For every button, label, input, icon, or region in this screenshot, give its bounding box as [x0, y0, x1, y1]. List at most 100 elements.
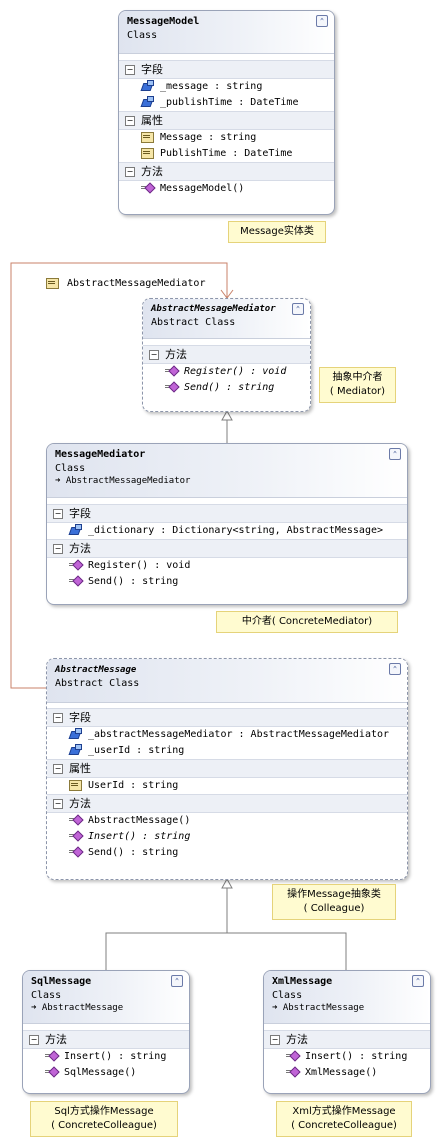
class-header: MessageModel Class ⌃: [119, 11, 334, 54]
base-class: ➜ AbstractMessage: [31, 1003, 124, 1013]
method-item[interactable]: Insert() : string: [264, 1049, 430, 1065]
class-name: SqlMessage: [31, 976, 92, 987]
collapse-section-icon[interactable]: −: [53, 509, 63, 519]
class-kind: Class: [272, 990, 303, 1001]
collapse-section-icon[interactable]: −: [125, 116, 135, 126]
method-icon: [69, 559, 82, 570]
note-concrete-mediator: 中介者( ConcreteMediator): [216, 611, 398, 633]
association-label: AbstractMessageMediator: [46, 277, 205, 289]
method-icon: [165, 365, 178, 376]
collapse-icon[interactable]: ⌃: [171, 975, 183, 987]
class-sql-message[interactable]: SqlMessage Class ➜ AbstractMessage ⌃ − 方法…: [22, 970, 190, 1094]
method-item[interactable]: Send() : string: [47, 845, 407, 861]
field-icon: [69, 728, 82, 739]
inheritance-branch: [105, 932, 347, 970]
property-item[interactable]: UserId : string: [47, 778, 407, 794]
collapse-section-icon[interactable]: −: [29, 1035, 39, 1045]
method-item[interactable]: Send() : string: [47, 574, 407, 590]
method-icon: [286, 1050, 299, 1061]
field-icon: [141, 96, 154, 107]
method-item[interactable]: SqlMessage(): [23, 1065, 189, 1081]
inherit-arrow-icon: ➜: [55, 476, 61, 486]
method-icon: [141, 182, 154, 193]
method-item[interactable]: Insert() : string: [47, 829, 407, 845]
class-name: MessageMediator: [55, 449, 146, 460]
inheritance-arrow-mediator: [221, 409, 233, 421]
collapse-section-icon[interactable]: −: [53, 799, 63, 809]
class-abstract-message[interactable]: AbstractMessage Abstract Class ⌃ − 字段 _ab…: [46, 658, 408, 880]
method-icon: [69, 814, 82, 825]
section-methods[interactable]: − 方法: [47, 539, 407, 558]
collapse-icon[interactable]: ⌃: [316, 15, 328, 27]
property-item[interactable]: PublishTime : DateTime: [119, 146, 334, 162]
section-properties[interactable]: − 属性: [119, 111, 334, 130]
class-kind: Class: [127, 30, 158, 41]
section-fields[interactable]: − 字段: [47, 708, 407, 727]
section-methods[interactable]: − 方法: [23, 1030, 189, 1049]
section-fields[interactable]: − 字段: [47, 504, 407, 523]
class-name: MessageModel: [127, 16, 200, 27]
class-header: AbstractMessage Abstract Class ⌃: [47, 659, 407, 703]
class-header: XmlMessage Class ➜ AbstractMessage ⌃: [264, 971, 430, 1024]
property-item[interactable]: Message : string: [119, 130, 334, 146]
method-icon: [69, 575, 82, 586]
class-name: AbstractMessage: [55, 665, 137, 675]
method-item[interactable]: MessageModel(): [119, 181, 334, 197]
collapse-icon[interactable]: ⌃: [389, 663, 401, 675]
class-kind: Abstract Class: [151, 317, 236, 328]
class-header: SqlMessage Class ➜ AbstractMessage ⌃: [23, 971, 189, 1024]
method-item[interactable]: Register() : void: [47, 558, 407, 574]
collapse-section-icon[interactable]: −: [125, 65, 135, 75]
method-item[interactable]: XmlMessage(): [264, 1065, 430, 1081]
field-item[interactable]: _message : string: [119, 79, 334, 95]
note-colleague: 操作Message抽象类 ( Colleague): [272, 884, 396, 920]
class-kind: Abstract Class: [55, 678, 140, 689]
collapse-icon[interactable]: ⌃: [292, 303, 304, 315]
collapse-section-icon[interactable]: −: [270, 1035, 280, 1045]
collapse-section-icon[interactable]: −: [53, 713, 63, 723]
inherit-arrow-icon: ➜: [272, 1003, 278, 1013]
property-icon: [46, 277, 59, 289]
class-message-mediator[interactable]: MessageMediator Class ➜ AbstractMessageM…: [46, 443, 408, 605]
collapse-icon[interactable]: ⌃: [389, 448, 401, 460]
note-xml-colleague: Xml方式操作Message ( ConcreteColleague): [276, 1101, 412, 1137]
method-icon: [286, 1066, 299, 1077]
collapse-section-icon[interactable]: −: [53, 544, 63, 554]
field-icon: [69, 524, 82, 535]
class-header: AbstractMessageMediator Abstract Class ⌃: [143, 299, 310, 339]
method-item[interactable]: AbstractMessage(): [47, 813, 407, 829]
section-methods[interactable]: − 方法: [47, 794, 407, 813]
field-icon: [69, 744, 82, 755]
class-name: AbstractMessageMediator: [151, 304, 276, 314]
field-item[interactable]: _dictionary : Dictionary<string, Abstrac…: [47, 523, 407, 539]
base-class: ➜ AbstractMessage: [272, 1003, 365, 1013]
class-name: XmlMessage: [272, 976, 333, 987]
method-item[interactable]: Register() : void: [143, 364, 310, 380]
class-message-model[interactable]: MessageModel Class ⌃ − 字段 _message : stri…: [118, 10, 335, 215]
base-class: ➜ AbstractMessageMediator: [55, 476, 191, 486]
property-icon: [141, 131, 154, 143]
class-kind: Class: [55, 463, 86, 474]
inherit-arrow-icon: ➜: [31, 1003, 37, 1013]
section-methods[interactable]: − 方法: [264, 1030, 430, 1049]
method-icon: [45, 1050, 58, 1061]
collapse-icon[interactable]: ⌃: [412, 975, 424, 987]
collapse-section-icon[interactable]: −: [125, 167, 135, 177]
class-xml-message[interactable]: XmlMessage Class ➜ AbstractMessage ⌃ − 方法…: [263, 970, 431, 1094]
section-fields[interactable]: − 字段: [119, 60, 334, 79]
collapse-section-icon[interactable]: −: [53, 764, 63, 774]
section-properties[interactable]: − 属性: [47, 759, 407, 778]
method-item[interactable]: Send() : string: [143, 380, 310, 396]
class-header: MessageMediator Class ➜ AbstractMessageM…: [47, 444, 407, 498]
field-item[interactable]: _userId : string: [47, 743, 407, 759]
property-icon: [141, 147, 154, 159]
field-item[interactable]: _publishTime : DateTime: [119, 95, 334, 111]
collapse-section-icon[interactable]: −: [149, 350, 159, 360]
field-item[interactable]: _abstractMessageMediator : AbstractMessa…: [47, 727, 407, 743]
method-item[interactable]: Insert() : string: [23, 1049, 189, 1065]
note-sql-colleague: Sql方式操作Message ( ConcreteColleague): [30, 1101, 178, 1137]
class-abstract-message-mediator[interactable]: AbstractMessageMediator Abstract Class ⌃…: [142, 298, 311, 412]
section-methods[interactable]: − 方法: [143, 345, 310, 364]
section-methods[interactable]: − 方法: [119, 162, 334, 181]
note-abstract-mediator: 抽象中介者 ( Mediator): [319, 367, 396, 403]
